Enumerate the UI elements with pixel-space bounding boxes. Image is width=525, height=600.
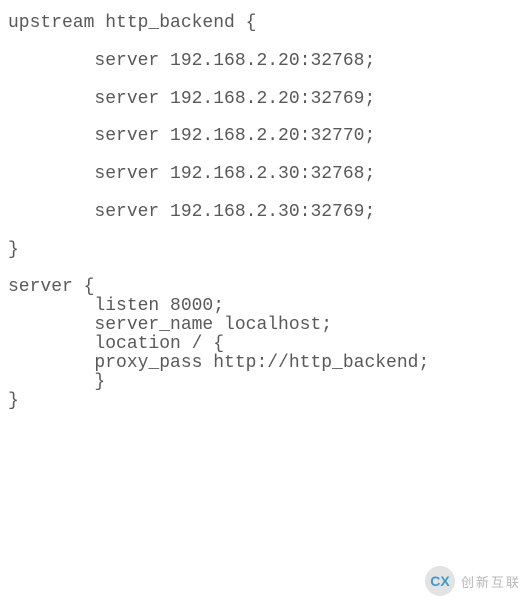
code-line-server-2: server 192.168.2.20:32770;: [8, 126, 375, 146]
code-line-upstream-close: }: [8, 240, 19, 260]
watermark-brand: 创新互联: [461, 572, 521, 591]
code-line-server-open: server {: [8, 277, 94, 297]
code-line-listen: listen 8000;: [8, 296, 224, 316]
nginx-config-code: upstream http_backend { server 192.168.2…: [0, 0, 525, 419]
watermark-logo-text: CX: [430, 573, 449, 589]
code-line-server-0: server 192.168.2.20:32768;: [8, 51, 375, 71]
code-line-server-4: server 192.168.2.30:32769;: [8, 202, 375, 222]
code-line-server-close: }: [8, 391, 19, 411]
code-line-upstream-open: upstream http_backend {: [8, 13, 256, 33]
code-line-server-1: server 192.168.2.20:32769;: [8, 89, 375, 109]
code-line-server-3: server 192.168.2.30:32768;: [8, 164, 375, 184]
code-line-server-name: server_name localhost;: [8, 315, 332, 335]
watermark: CX 创新互联: [425, 566, 521, 596]
code-line-location-close: }: [8, 372, 105, 392]
watermark-logo-icon: CX: [425, 566, 455, 596]
code-line-location: location / {: [8, 334, 224, 354]
code-line-proxy-pass: proxy_pass http://http_backend;: [8, 353, 429, 373]
